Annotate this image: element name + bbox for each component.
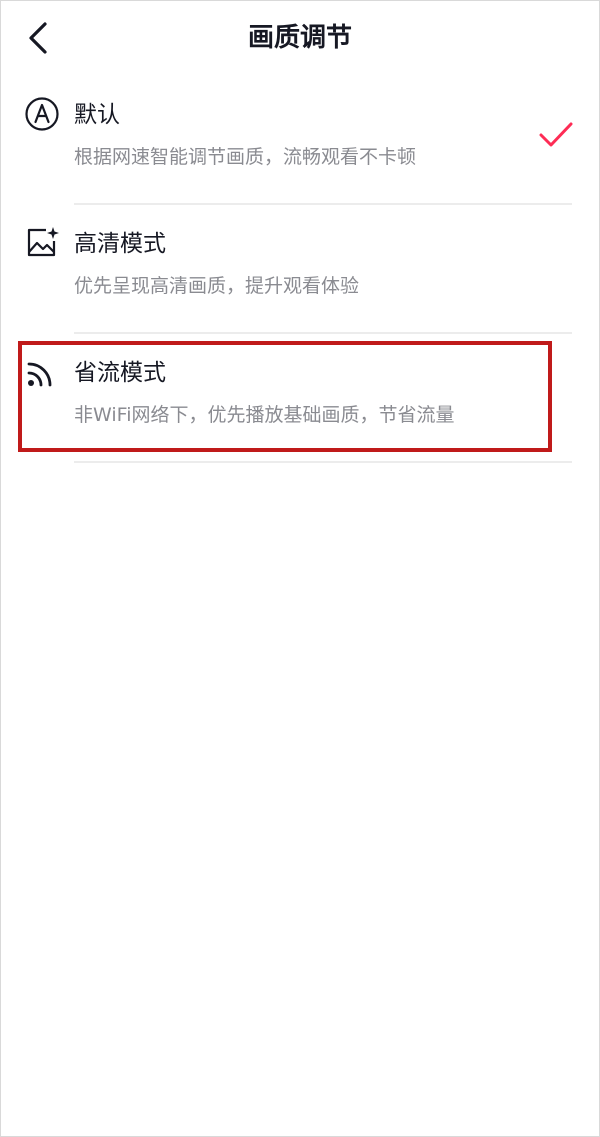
option-data-saver-description: 非WiFi网络下，优先播放基础画质，节省流量 (74, 404, 455, 426)
option-default-title: 默认 (74, 102, 120, 128)
option-default-description: 根据网速智能调节画质，流畅观看不卡顿 (74, 146, 417, 168)
option-data-saver-title: 省流模式 (74, 360, 166, 386)
signal-icon (24, 354, 60, 390)
option-data-saver[interactable]: 省流模式 非WiFi网络下，优先播放基础画质，节省流量 (0, 334, 600, 463)
divider (74, 461, 572, 463)
option-hd[interactable]: 高清模式 优先呈现高清画质，提升观看体验 (0, 205, 600, 334)
option-hd-description: 优先呈现高清画质，提升观看体验 (74, 275, 360, 297)
option-hd-title: 高清模式 (74, 231, 166, 257)
image-sparkle-icon (24, 225, 60, 261)
auto-icon (24, 96, 60, 132)
header: 画质调节 (0, 0, 600, 76)
check-icon (539, 122, 573, 147)
option-default[interactable]: 默认 根据网速智能调节画质，流畅观看不卡顿 (0, 76, 600, 205)
page-title: 画质调节 (247, 23, 352, 53)
quality-option-list: 默认 根据网速智能调节画质，流畅观看不卡顿 高清模式 优先呈现高清画质，提升观看… (0, 76, 600, 463)
